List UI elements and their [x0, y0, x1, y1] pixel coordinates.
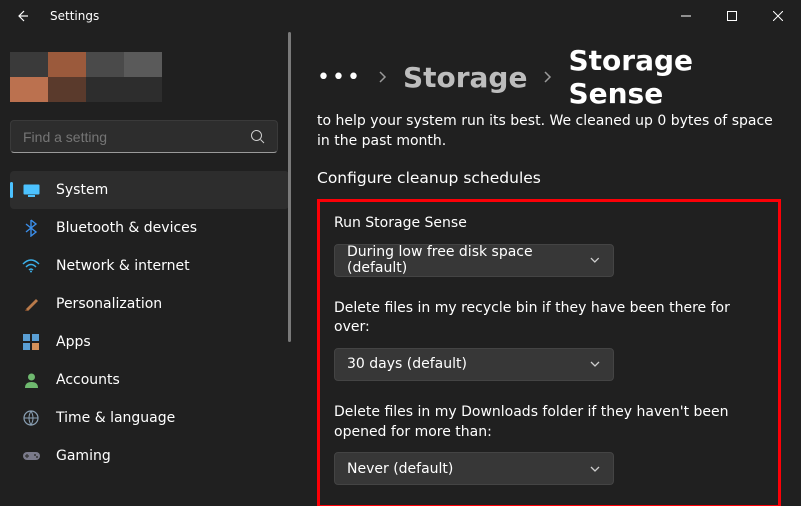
sidebar-item-bluetooth[interactable]: Bluetooth & devices: [10, 209, 289, 247]
back-button[interactable]: [14, 8, 30, 24]
maximize-button[interactable]: [709, 0, 755, 32]
sidebar-item-label: Bluetooth & devices: [56, 220, 197, 236]
sidebar-item-accounts[interactable]: Accounts: [10, 361, 289, 399]
downloads-label: Delete files in my Downloads folder if t…: [334, 403, 764, 442]
sidebar-scrollbar[interactable]: [288, 32, 291, 506]
apps-icon: [22, 333, 40, 351]
sidebar-item-time-language[interactable]: Time & language: [10, 399, 289, 437]
recycle-dropdown[interactable]: 30 days (default): [334, 348, 614, 381]
close-button[interactable]: [755, 0, 801, 32]
dropdown-value: During low free disk space (default): [347, 244, 589, 276]
section-heading: Configure cleanup schedules: [317, 169, 781, 187]
minimize-icon: [681, 11, 691, 21]
minimize-button[interactable]: [663, 0, 709, 32]
nav-list: System Bluetooth & devices Network & int…: [10, 171, 289, 475]
sidebar: System Bluetooth & devices Network & int…: [0, 32, 293, 506]
bluetooth-icon: [22, 219, 40, 237]
brush-icon: [22, 295, 40, 313]
maximize-icon: [727, 11, 737, 21]
page-title: Storage Sense: [568, 44, 781, 110]
sidebar-item-label: Apps: [56, 334, 91, 350]
breadcrumb-parent[interactable]: Storage: [403, 61, 528, 94]
dropdown-value: Never (default): [347, 461, 453, 477]
chevron-down-icon: [589, 465, 601, 473]
globe-icon: [22, 409, 40, 427]
sidebar-item-personalization[interactable]: Personalization: [10, 285, 289, 323]
run-sense-label: Run Storage Sense: [334, 214, 764, 234]
downloads-dropdown[interactable]: Never (default): [334, 452, 614, 485]
person-icon: [22, 371, 40, 389]
display-icon: [22, 181, 40, 199]
close-icon: [773, 11, 783, 21]
avatar: [10, 52, 162, 102]
titlebar: Settings: [0, 0, 801, 32]
chevron-right-icon: [543, 70, 552, 84]
chevron-down-icon: [589, 256, 601, 264]
window-controls: [663, 0, 801, 32]
sidebar-item-label: Gaming: [56, 448, 111, 464]
dropdown-value: 30 days (default): [347, 356, 467, 372]
sidebar-item-network[interactable]: Network & internet: [10, 247, 289, 285]
breadcrumb-overflow[interactable]: •••: [317, 65, 362, 90]
sidebar-item-label: Time & language: [56, 410, 175, 426]
sidebar-item-label: Accounts: [56, 372, 120, 388]
breadcrumb: ••• Storage Storage Sense: [317, 42, 781, 112]
sidebar-item-label: Network & internet: [56, 258, 190, 274]
recycle-label: Delete files in my recycle bin if they h…: [334, 299, 764, 338]
search-icon: [250, 129, 265, 144]
window-title: Settings: [50, 9, 99, 23]
sidebar-item-label: System: [56, 182, 108, 198]
sidebar-item-apps[interactable]: Apps: [10, 323, 289, 361]
sidebar-item-gaming[interactable]: Gaming: [10, 437, 289, 475]
arrow-left-icon: [15, 9, 29, 23]
description-text: to help your system run its best. We cle…: [317, 112, 781, 151]
chevron-right-icon: [378, 70, 387, 84]
run-sense-dropdown[interactable]: During low free disk space (default): [334, 244, 614, 277]
search-input[interactable]: [23, 129, 250, 145]
sidebar-item-system[interactable]: System: [10, 171, 289, 209]
search-box[interactable]: [10, 120, 278, 153]
gaming-icon: [22, 447, 40, 465]
sidebar-item-label: Personalization: [56, 296, 162, 312]
config-schedules-box: Run Storage Sense During low free disk s…: [317, 199, 781, 506]
main-content: ••• Storage Storage Sense to help your s…: [293, 32, 801, 506]
wifi-icon: [22, 257, 40, 275]
chevron-down-icon: [589, 360, 601, 368]
